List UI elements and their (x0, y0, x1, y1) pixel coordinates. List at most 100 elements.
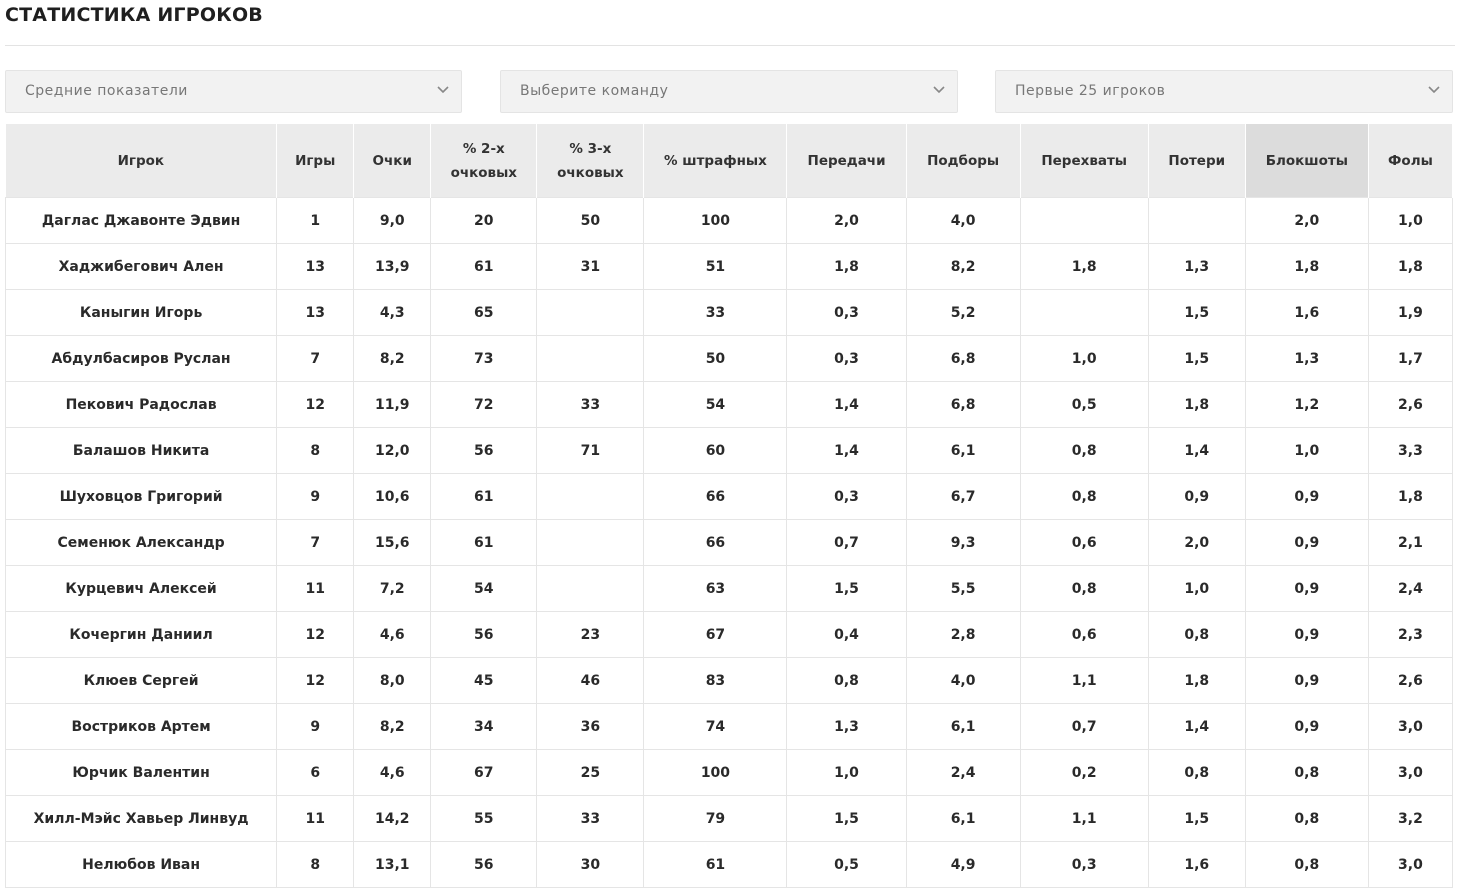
stat-cell: 61 (643, 841, 788, 888)
stat-cell: 1,6 (1245, 289, 1369, 336)
stat-cell: 6,1 (906, 427, 1021, 474)
player-name-cell[interactable]: Востриков Артем (4, 703, 278, 750)
stat-cell: 0,4 (786, 611, 907, 658)
stat-cell: 13,1 (353, 841, 432, 888)
stat-cell: 20 (430, 197, 538, 244)
stat-cell: 25 (536, 749, 645, 796)
chevron-down-icon (933, 86, 945, 94)
column-header[interactable]: % штрафных (643, 124, 788, 198)
column-header[interactable]: % 2-х очковых (430, 124, 538, 198)
stat-cell: 6,8 (906, 335, 1021, 382)
player-name-cell[interactable]: Хаджибегович Ален (4, 243, 278, 290)
stat-cell: 0,3 (786, 289, 907, 336)
stat-cell: 56 (430, 611, 538, 658)
stat-cell: 50 (536, 197, 645, 244)
column-header[interactable]: Очки (353, 124, 432, 198)
stat-cell: 6,1 (906, 703, 1021, 750)
stat-cell: 6,1 (906, 795, 1021, 842)
player-name-cell[interactable]: Клюев Сергей (4, 657, 278, 704)
stat-cell: 0,2 (1020, 749, 1149, 796)
stat-cell: 0,8 (1148, 611, 1246, 658)
stat-cell: 11 (276, 565, 355, 612)
stat-cell: 33 (536, 795, 645, 842)
player-name-cell[interactable]: Кочергин Даниил (4, 611, 278, 658)
stat-cell: 4,9 (906, 841, 1021, 888)
stat-cell: 9,0 (353, 197, 432, 244)
stat-cell: 12 (276, 611, 355, 658)
stat-cell: 0,8 (1245, 841, 1369, 888)
player-name-cell[interactable]: Пекович Радослав (4, 381, 278, 428)
column-header[interactable]: Фолы (1368, 124, 1454, 198)
stat-cell: 0,7 (1020, 703, 1149, 750)
stat-cell: 10,6 (353, 473, 432, 520)
stat-cell: 2,6 (1368, 657, 1454, 704)
chevron-down-icon (1428, 86, 1440, 94)
stat-cell: 54 (643, 381, 788, 428)
stat-cell: 0,9 (1245, 611, 1369, 658)
stat-cell: 50 (643, 335, 788, 382)
stat-cell: 1,4 (1148, 427, 1246, 474)
player-name-cell[interactable]: Балашов Никита (4, 427, 278, 474)
stat-cell: 13 (276, 289, 355, 336)
stat-cell: 61 (430, 473, 538, 520)
table-row: Хаджибегович Ален 13 13,9 61 31 51 1,8 8,2 1,8 1,… (4, 243, 1454, 290)
player-name-cell[interactable]: Даглас Джавонте Эдвин (4, 197, 278, 244)
column-header[interactable]: Потери (1148, 124, 1246, 198)
table-row: Каныгин Игорь 13 4,3 65 33 0,3 5,2 1,5 1,6 1,9 (4, 289, 1454, 336)
stat-cell: 1,8 (1148, 381, 1246, 428)
stat-cell (536, 519, 645, 566)
column-header[interactable]: Игрок (5, 124, 278, 198)
team-select[interactable]: Выберите команду (500, 70, 958, 113)
stat-cell: 1,8 (786, 243, 907, 290)
stat-cell: 74 (643, 703, 788, 750)
player-name-cell[interactable]: Нелюбов Иван (4, 841, 278, 888)
player-name-cell[interactable]: Семенюк Александр (4, 519, 278, 566)
column-header[interactable]: Передачи (786, 124, 907, 198)
stat-cell: 1,4 (786, 427, 907, 474)
column-header[interactable]: Блокшоты (1245, 124, 1369, 198)
players-count-select[interactable]: Первые 25 игроков (995, 70, 1453, 113)
stat-mode-select[interactable]: Средние показатели (5, 70, 462, 113)
stat-cell: 1,8 (1020, 243, 1149, 290)
stat-cell: 9,3 (906, 519, 1021, 566)
stat-cell: 4,0 (906, 197, 1021, 244)
player-name-cell[interactable]: Хилл-Мэйс Хавьер Линвуд (4, 795, 278, 842)
column-header[interactable]: Перехваты (1020, 124, 1149, 198)
stat-cell: 61 (430, 243, 538, 290)
stat-cell: 67 (430, 749, 538, 796)
column-header[interactable]: Подборы (906, 124, 1021, 198)
stat-cell: 4,3 (353, 289, 432, 336)
stat-cell: 6 (276, 749, 355, 796)
stat-cell: 1 (276, 197, 355, 244)
stat-cell: 1,8 (1245, 243, 1369, 290)
stat-cell: 56 (430, 427, 538, 474)
stat-cell: 1,8 (1368, 243, 1454, 290)
column-header[interactable]: % 3-х очковых (536, 124, 645, 198)
stat-cell: 63 (643, 565, 788, 612)
table-row: Нелюбов Иван 8 13,1 56 30 61 0,5 4,9 0,3 1,6 0,8 3,… (4, 841, 1454, 888)
table-row: Балашов Никита 8 12,0 56 71 60 1,4 6,1 0,8 1,4 1,0… (4, 427, 1454, 474)
stat-cell: 67 (643, 611, 788, 658)
stat-cell: 1,9 (1368, 289, 1454, 336)
player-name-cell[interactable]: Курцевич Алексей (4, 565, 278, 612)
stat-cell: 0,9 (1245, 519, 1369, 566)
stat-cell: 1,4 (786, 381, 907, 428)
stat-cell: 0,3 (1020, 841, 1149, 888)
stat-cell: 66 (643, 519, 788, 566)
stat-cell: 54 (430, 565, 538, 612)
column-header[interactable]: Игры (276, 124, 355, 198)
stat-cell (536, 473, 645, 520)
table-row: Клюев Сергей 12 8,0 45 46 83 0,8 4,0 1,1 1,8 0,9 2,… (4, 657, 1454, 704)
stat-cell: 2,6 (1368, 381, 1454, 428)
player-name-cell[interactable]: Шуховцов Григорий (4, 473, 278, 520)
player-name-cell[interactable]: Каныгин Игорь (4, 289, 278, 336)
stat-cell: 0,8 (786, 657, 907, 704)
stat-cell: 0,6 (1020, 519, 1149, 566)
player-name-cell[interactable]: Юрчик Валентин (4, 749, 278, 796)
stat-cell (536, 289, 645, 336)
stat-cell: 60 (643, 427, 788, 474)
stat-cell: 12 (276, 381, 355, 428)
stat-cell: 0,6 (1020, 611, 1149, 658)
stat-cell: 4,6 (353, 749, 432, 796)
player-name-cell[interactable]: Абдулбасиров Руслан (4, 335, 278, 382)
